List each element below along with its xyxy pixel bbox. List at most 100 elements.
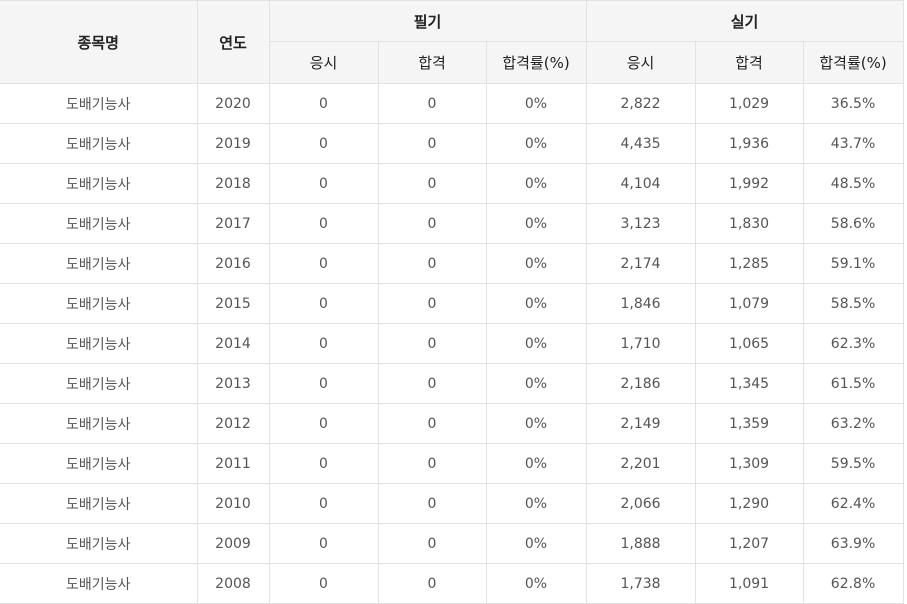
cell-practical-applicants: 1,888 — [585, 523, 696, 564]
cell-item-name: 도배기능사 — [0, 323, 198, 364]
cell-year: 2008 — [196, 563, 270, 604]
header-written-applicants: 응시 — [268, 41, 379, 84]
cell-year: 2011 — [196, 443, 270, 484]
cell-written-passed: 0 — [377, 403, 487, 444]
cell-written-pass-rate: 0% — [485, 203, 587, 244]
table-row: 도배기능사 2016 0 0 0% 2,174 1,285 59.1% — [0, 243, 904, 284]
cell-written-passed: 0 — [377, 83, 487, 124]
header-written: 필기 — [268, 0, 587, 42]
cell-written-pass-rate: 0% — [485, 363, 587, 404]
table-row: 도배기능사 2012 0 0 0% 2,149 1,359 63.2% — [0, 403, 904, 444]
header-written-pass-rate: 합격률(%) — [485, 41, 587, 84]
cell-year: 2013 — [196, 363, 270, 404]
cell-item-name: 도배기능사 — [0, 283, 198, 324]
cell-item-name: 도배기능사 — [0, 203, 198, 244]
cell-practical-pass-rate: 62.4% — [802, 483, 904, 524]
cell-year: 2018 — [196, 163, 270, 204]
cell-practical-applicants: 2,822 — [585, 83, 696, 124]
cell-practical-applicants: 2,201 — [585, 443, 696, 484]
cell-written-pass-rate: 0% — [485, 123, 587, 164]
cell-year: 2017 — [196, 203, 270, 244]
table-row: 도배기능사 2019 0 0 0% 4,435 1,936 43.7% — [0, 123, 904, 164]
cell-practical-passed: 1,207 — [694, 523, 804, 564]
cell-written-applicants: 0 — [268, 323, 379, 364]
header-practical-applicants: 응시 — [585, 41, 696, 84]
table-body: 도배기능사 2020 0 0 0% 2,822 1,029 36.5% 도배기능사 2019 0 0 0… — [0, 83, 904, 604]
cell-practical-passed: 1,065 — [694, 323, 804, 364]
cell-practical-pass-rate: 59.5% — [802, 443, 904, 484]
cell-practical-applicants: 1,738 — [585, 563, 696, 604]
header-item-name: 종목명 — [0, 0, 198, 84]
header-practical: 실기 — [585, 0, 904, 42]
cell-practical-applicants: 4,435 — [585, 123, 696, 164]
cell-practical-passed: 1,359 — [694, 403, 804, 444]
cell-item-name: 도배기능사 — [0, 243, 198, 284]
table-row: 도배기능사 2011 0 0 0% 2,201 1,309 59.5% — [0, 443, 904, 484]
cell-item-name: 도배기능사 — [0, 403, 198, 444]
cell-written-applicants: 0 — [268, 363, 379, 404]
table-row: 도배기능사 2010 0 0 0% 2,066 1,290 62.4% — [0, 483, 904, 524]
cell-written-applicants: 0 — [268, 243, 379, 284]
cell-written-applicants: 0 — [268, 483, 379, 524]
cell-year: 2015 — [196, 283, 270, 324]
cell-written-pass-rate: 0% — [485, 163, 587, 204]
cell-practical-pass-rate: 48.5% — [802, 163, 904, 204]
header-written-passed: 합격 — [377, 41, 487, 84]
cell-written-passed: 0 — [377, 483, 487, 524]
header-practical-pass-rate: 합격률(%) — [802, 41, 904, 84]
cell-written-pass-rate: 0% — [485, 563, 587, 604]
cell-written-applicants: 0 — [268, 163, 379, 204]
cell-practical-passed: 1,992 — [694, 163, 804, 204]
cell-written-passed: 0 — [377, 243, 487, 284]
table-row: 도배기능사 2015 0 0 0% 1,846 1,079 58.5% — [0, 283, 904, 324]
cell-written-applicants: 0 — [268, 443, 379, 484]
cell-practical-passed: 1,345 — [694, 363, 804, 404]
cell-year: 2020 — [196, 83, 270, 124]
cell-written-pass-rate: 0% — [485, 443, 587, 484]
cell-practical-pass-rate: 59.1% — [802, 243, 904, 284]
cell-practical-passed: 1,079 — [694, 283, 804, 324]
cell-year: 2019 — [196, 123, 270, 164]
cell-practical-pass-rate: 61.5% — [802, 363, 904, 404]
header-row-top: 종목명 연도 필기 실기 — [0, 0, 904, 84]
cell-year: 2009 — [196, 523, 270, 564]
cell-item-name: 도배기능사 — [0, 523, 198, 564]
cell-practical-passed: 1,091 — [694, 563, 804, 604]
cell-item-name: 도배기능사 — [0, 163, 198, 204]
cell-written-pass-rate: 0% — [485, 523, 587, 564]
header-practical-passed: 합격 — [694, 41, 804, 84]
cell-practical-pass-rate: 62.8% — [802, 563, 904, 604]
cell-practical-applicants: 2,174 — [585, 243, 696, 284]
cell-practical-applicants: 2,149 — [585, 403, 696, 444]
cell-practical-applicants: 1,846 — [585, 283, 696, 324]
table-row: 도배기능사 2009 0 0 0% 1,888 1,207 63.9% — [0, 523, 904, 564]
cell-item-name: 도배기능사 — [0, 443, 198, 484]
cell-written-passed: 0 — [377, 323, 487, 364]
cell-practical-passed: 1,936 — [694, 123, 804, 164]
cell-year: 2010 — [196, 483, 270, 524]
cell-practical-pass-rate: 36.5% — [802, 83, 904, 124]
cell-written-passed: 0 — [377, 523, 487, 564]
cell-practical-pass-rate: 63.2% — [802, 403, 904, 444]
table-header: 종목명 연도 필기 실기 응시 합격 합격률(%) 응시 합격 합격률(%) — [0, 0, 904, 84]
cell-item-name: 도배기능사 — [0, 123, 198, 164]
table-row: 도배기능사 2017 0 0 0% 3,123 1,830 58.6% — [0, 203, 904, 244]
table-row: 도배기능사 2018 0 0 0% 4,104 1,992 48.5% — [0, 163, 904, 204]
cell-written-passed: 0 — [377, 163, 487, 204]
cell-practical-passed: 1,830 — [694, 203, 804, 244]
cell-practical-passed: 1,029 — [694, 83, 804, 124]
cell-practical-pass-rate: 58.6% — [802, 203, 904, 244]
cell-item-name: 도배기능사 — [0, 483, 198, 524]
cell-written-applicants: 0 — [268, 123, 379, 164]
pass-rate-table: 종목명 연도 필기 실기 응시 합격 합격률(%) 응시 합격 합격률(%) 도… — [0, 0, 904, 604]
cell-written-pass-rate: 0% — [485, 323, 587, 364]
cell-practical-pass-rate: 63.9% — [802, 523, 904, 564]
cell-written-pass-rate: 0% — [485, 243, 587, 284]
cell-practical-pass-rate: 43.7% — [802, 123, 904, 164]
cell-written-passed: 0 — [377, 363, 487, 404]
cell-written-pass-rate: 0% — [485, 283, 587, 324]
cell-practical-pass-rate: 58.5% — [802, 283, 904, 324]
cell-item-name: 도배기능사 — [0, 563, 198, 604]
cell-year: 2012 — [196, 403, 270, 444]
cell-year: 2016 — [196, 243, 270, 284]
